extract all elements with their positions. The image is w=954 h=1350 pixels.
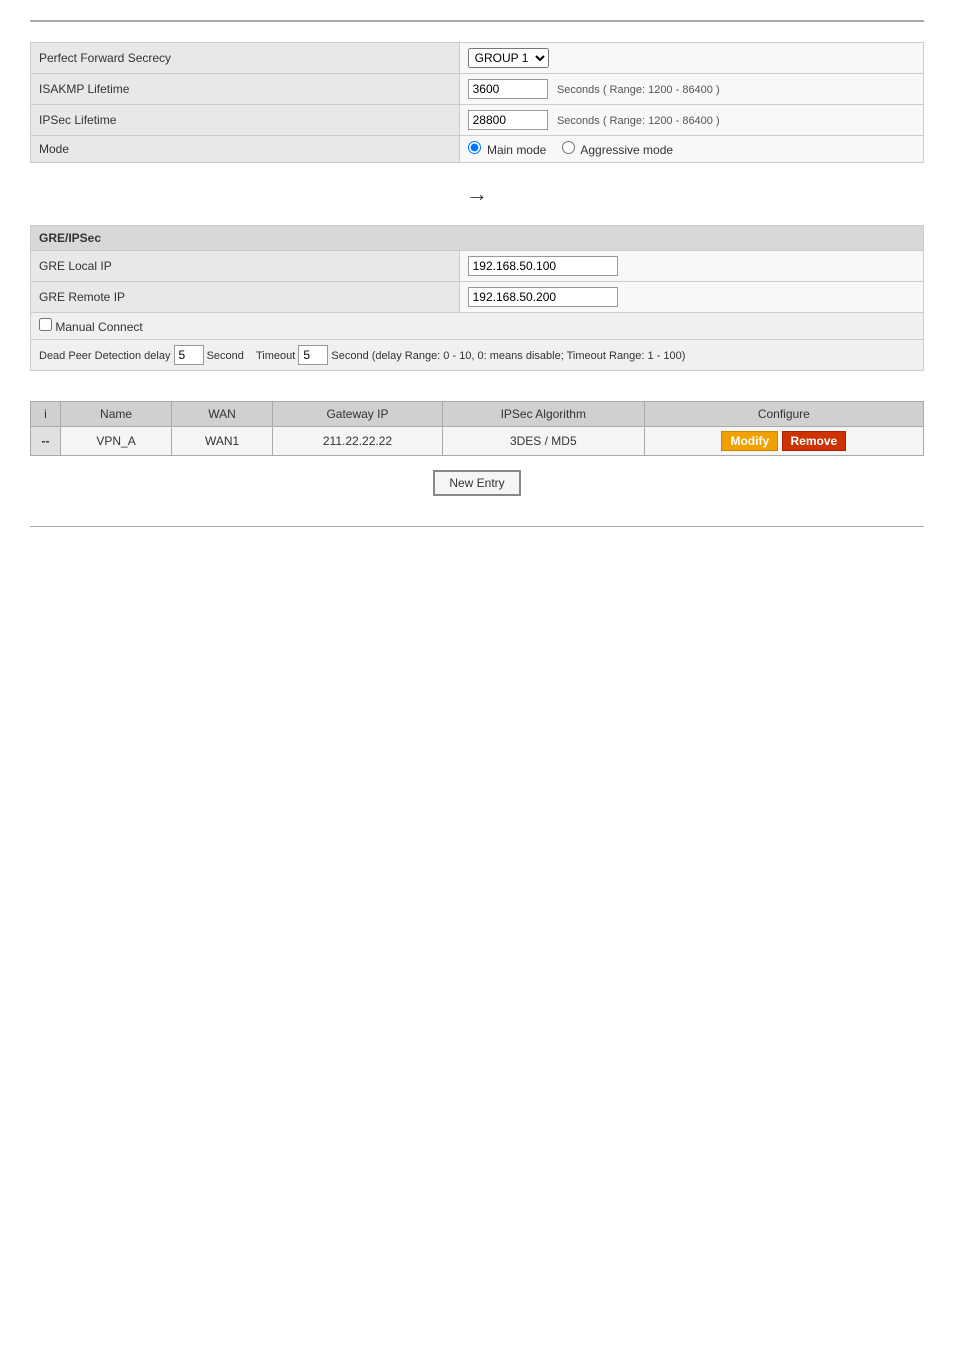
pfs-value-cell: GROUP 1 GROUP 2 GROUP 5 None [459, 43, 923, 74]
new-entry-button[interactable]: New Entry [433, 470, 520, 496]
col-configure: Configure [644, 402, 923, 427]
isakmp-hint: Seconds ( Range: 1200 - 86400 ) [557, 84, 720, 96]
manual-connect-cell: Manual Connect [31, 313, 924, 340]
mode-radio-group: Main mode Aggressive mode [468, 141, 915, 157]
col-wan: WAN [172, 402, 273, 427]
dpd-hint: Second (delay Range: 0 - 10, 0: means di… [331, 350, 685, 362]
gre-table: GRE/IPSec GRE Local IP GRE Remote IP Man… [30, 225, 924, 371]
isakmp-input[interactable] [468, 79, 548, 99]
dpd-timeout-input[interactable] [298, 345, 328, 365]
main-mode-text: Main mode [487, 143, 546, 157]
gre-remote-input[interactable] [468, 287, 618, 307]
aggressive-mode-radio[interactable] [562, 141, 575, 154]
main-mode-label[interactable]: Main mode [468, 143, 550, 157]
manual-connect-checkbox[interactable] [39, 318, 52, 331]
vpn-table-head: i Name WAN Gateway IP IPSec Algorithm Co… [31, 402, 924, 427]
ipsec-lifetime-label: IPSec Lifetime [31, 105, 460, 136]
dpd-cell: Dead Peer Detection delay Second Timeout… [31, 340, 924, 371]
gre-remote-label: GRE Remote IP [31, 282, 460, 313]
row-ipsec-algorithm: 3DES / MD5 [442, 427, 644, 456]
ipsec-lifetime-row: IPSec Lifetime Seconds ( Range: 1200 - 8… [31, 105, 924, 136]
vpn-table: i Name WAN Gateway IP IPSec Algorithm Co… [30, 401, 924, 456]
dpd-timeout-label: Timeout [256, 350, 295, 362]
vpn-table-header-row: i Name WAN Gateway IP IPSec Algorithm Co… [31, 402, 924, 427]
gre-header-row: GRE/IPSec [31, 226, 924, 251]
dpd-prefix: Dead Peer Detection delay [39, 350, 170, 362]
row-gateway-ip: 211.22.22.22 [273, 427, 443, 456]
main-mode-radio[interactable] [468, 141, 481, 154]
arrow-icon: → [466, 181, 488, 206]
table-row: -- VPN_A WAN1 211.22.22.22 3DES / MD5 Mo… [31, 427, 924, 456]
col-gateway-ip: Gateway IP [273, 402, 443, 427]
aggressive-mode-label[interactable]: Aggressive mode [562, 143, 673, 157]
row-wan: WAN1 [172, 427, 273, 456]
dpd-delay-unit: Second [207, 350, 244, 362]
gre-remote-row: GRE Remote IP [31, 282, 924, 313]
manual-connect-label: Manual Connect [55, 320, 142, 334]
gre-local-row: GRE Local IP [31, 251, 924, 282]
isakmp-value-cell: Seconds ( Range: 1200 - 86400 ) [459, 74, 923, 105]
new-entry-section: New Entry [30, 470, 924, 496]
aggressive-mode-text: Aggressive mode [580, 143, 673, 157]
row-i: -- [31, 427, 61, 456]
ipsec-lifetime-hint: Seconds ( Range: 1200 - 86400 ) [557, 115, 720, 127]
remove-button[interactable]: Remove [782, 431, 847, 451]
col-i: i [31, 402, 61, 427]
pfs-row: Perfect Forward Secrecy GROUP 1 GROUP 2 … [31, 43, 924, 74]
ipsec-lifetime-input[interactable] [468, 110, 548, 130]
settings-table: Perfect Forward Secrecy GROUP 1 GROUP 2 … [30, 42, 924, 163]
page-wrapper: Perfect Forward Secrecy GROUP 1 GROUP 2 … [0, 0, 954, 1350]
gre-remote-value-cell [459, 282, 923, 313]
mode-label: Mode [31, 136, 460, 163]
arrow-section: → [30, 181, 924, 207]
dpd-delay-input[interactable] [174, 345, 204, 365]
gre-local-label: GRE Local IP [31, 251, 460, 282]
ipsec-lifetime-value-cell: Seconds ( Range: 1200 - 86400 ) [459, 105, 923, 136]
dpd-row: Dead Peer Detection delay Second Timeout… [31, 340, 924, 371]
pfs-label: Perfect Forward Secrecy [31, 43, 460, 74]
mode-row: Mode Main mode Aggressive mode [31, 136, 924, 163]
top-divider [30, 20, 924, 22]
gre-local-value-cell [459, 251, 923, 282]
col-name: Name [61, 402, 172, 427]
isakmp-row: ISAKMP Lifetime Seconds ( Range: 1200 - … [31, 74, 924, 105]
row-configure-cell: Modify Remove [644, 427, 923, 456]
pfs-select[interactable]: GROUP 1 GROUP 2 GROUP 5 None [468, 48, 549, 68]
bottom-divider [30, 526, 924, 527]
isakmp-label: ISAKMP Lifetime [31, 74, 460, 105]
row-name: VPN_A [61, 427, 172, 456]
gre-local-input[interactable] [468, 256, 618, 276]
modify-button[interactable]: Modify [721, 431, 778, 451]
vpn-table-body: -- VPN_A WAN1 211.22.22.22 3DES / MD5 Mo… [31, 427, 924, 456]
manual-connect-row: Manual Connect [31, 313, 924, 340]
gre-header: GRE/IPSec [31, 226, 924, 251]
col-ipsec-algorithm: IPSec Algorithm [442, 402, 644, 427]
mode-value-cell: Main mode Aggressive mode [459, 136, 923, 163]
